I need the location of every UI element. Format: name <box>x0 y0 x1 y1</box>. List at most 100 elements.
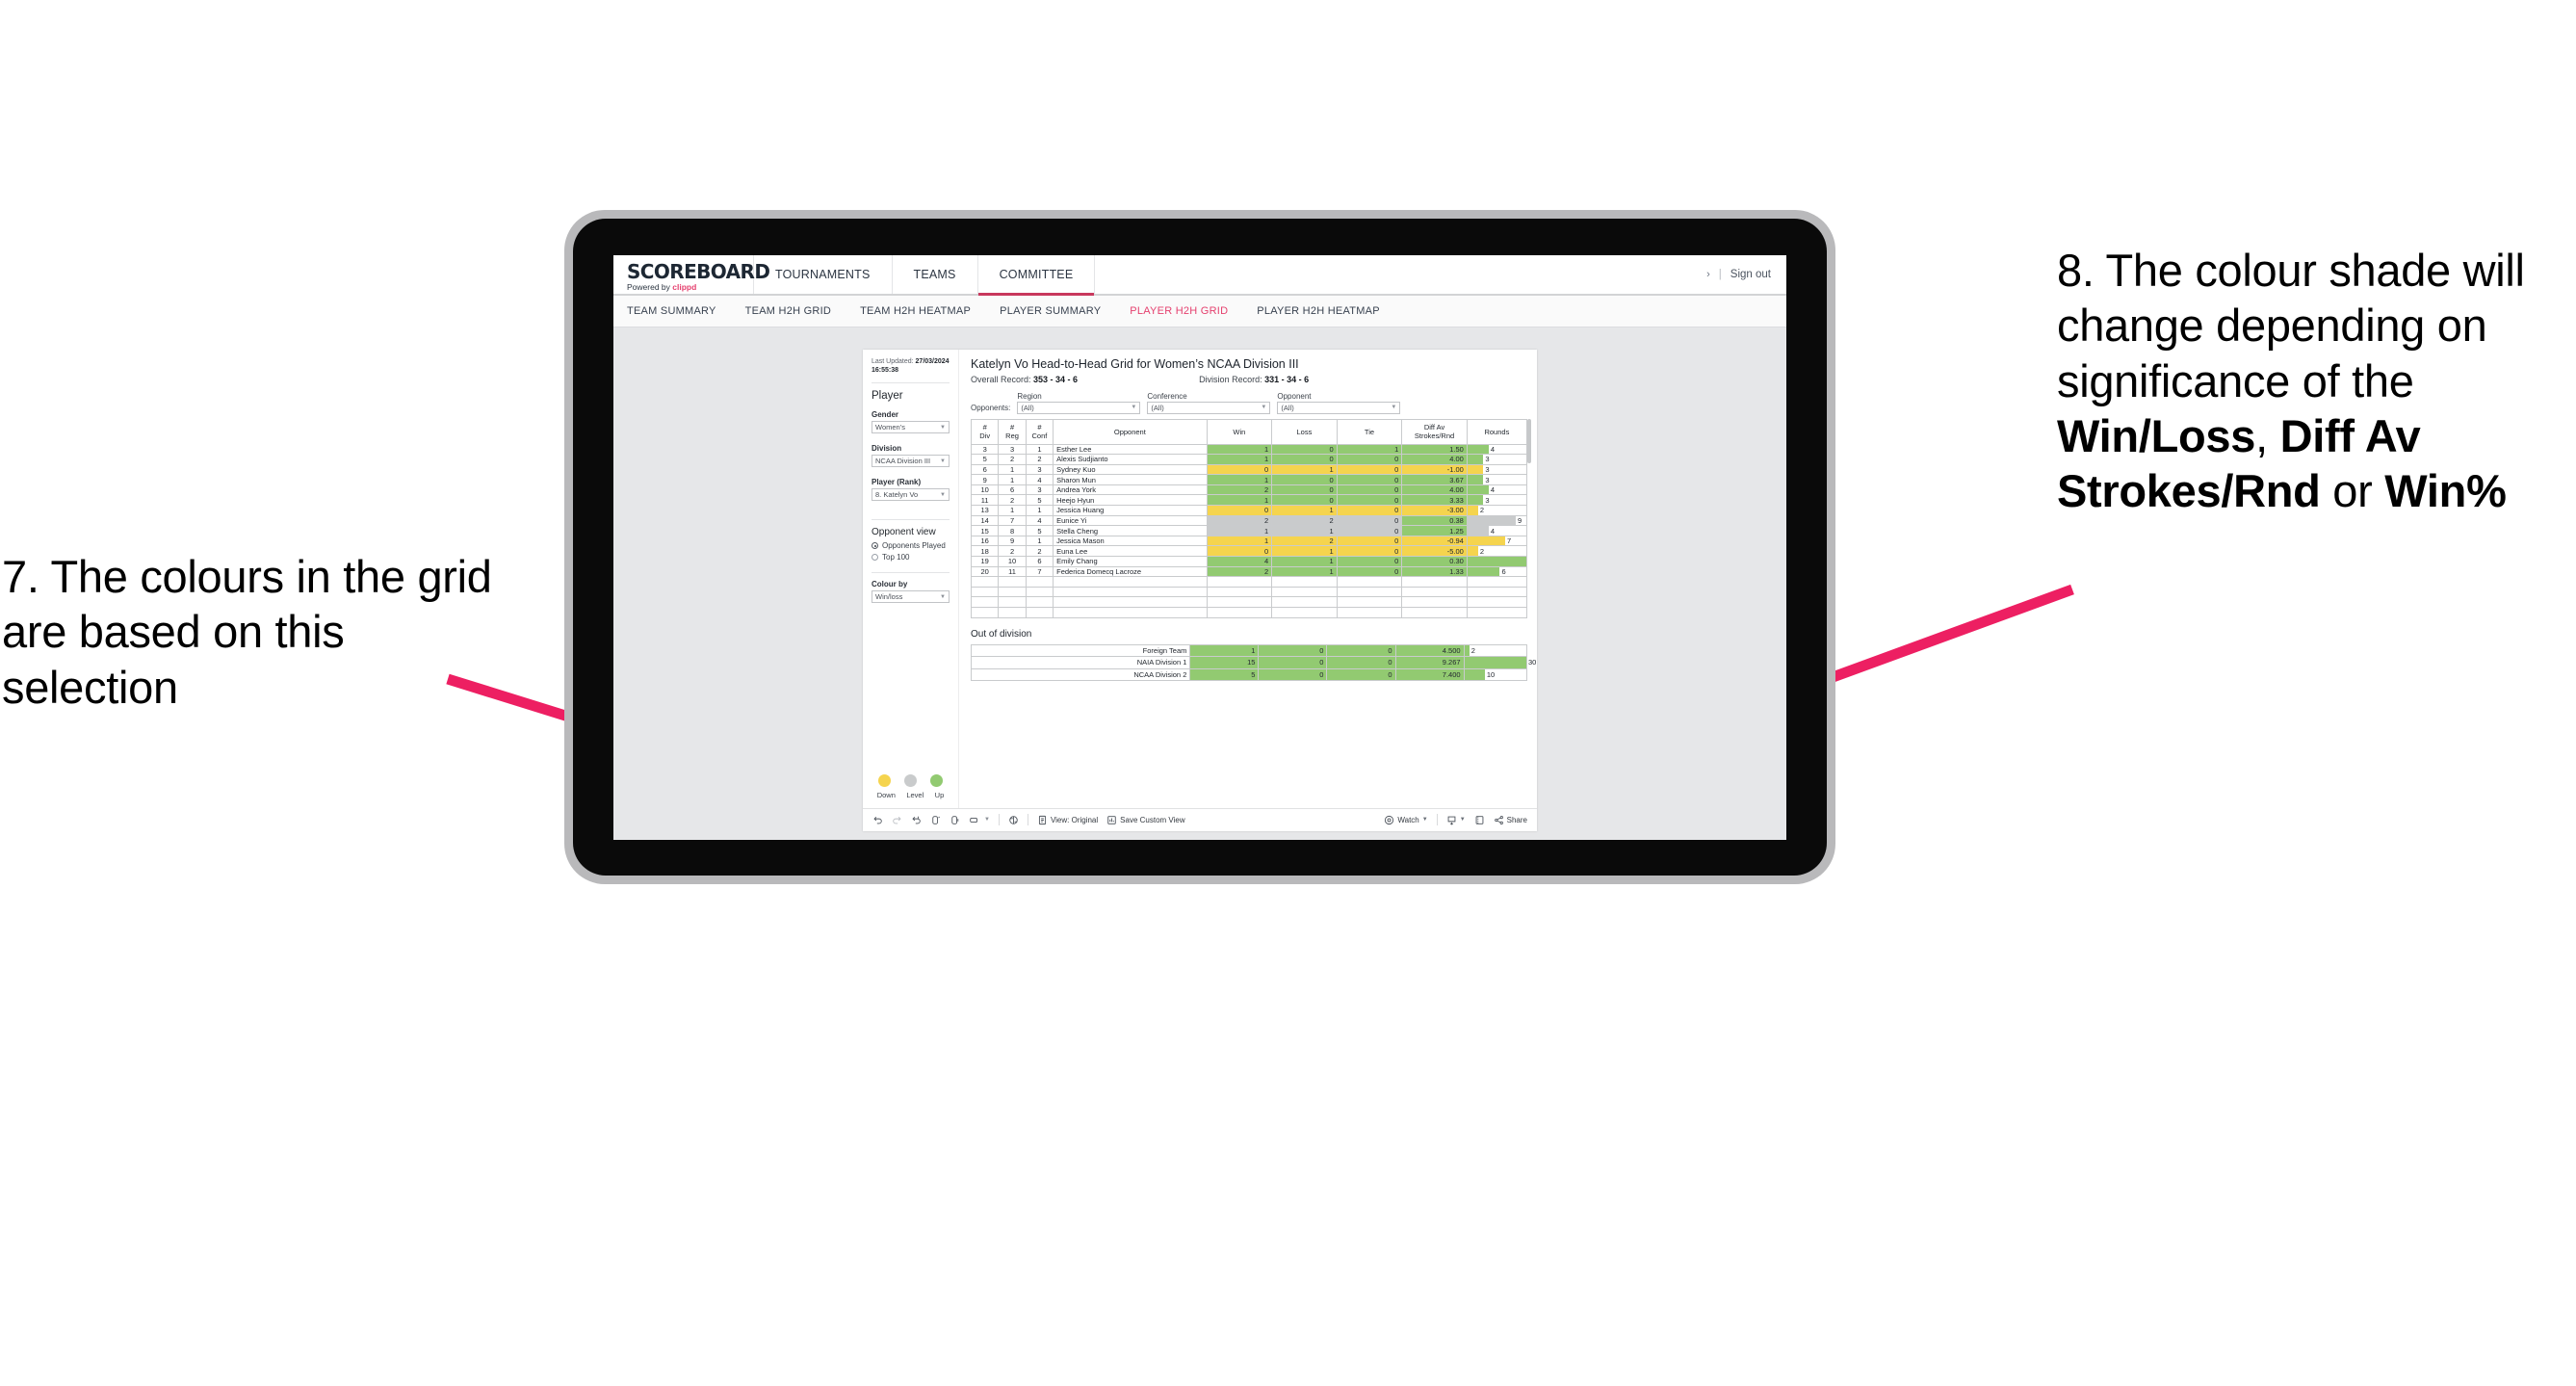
cell-loss: 0 <box>1258 656 1328 669</box>
cell-div: 14 <box>970 514 1000 527</box>
fit-width-button[interactable]: ▼ <box>969 815 990 825</box>
out-of-division-row[interactable]: Foreign Team 1 0 0 4.500 2 <box>970 643 1528 658</box>
cell-conf: 5 <box>1025 525 1054 536</box>
cell-opponent: Alexis Sudjianto <box>1053 454 1208 465</box>
rounds-value: 3 <box>1485 495 1490 505</box>
top-bar-right: › | Sign out <box>1706 255 1786 294</box>
table-row[interactable]: 20 11 7 Federica Domecq Lacroze 2 1 0 1.33 6 <box>970 565 1528 578</box>
table-row[interactable]: 6 1 3 Sydney Kuo 0 1 0 -1.00 3 <box>970 463 1528 476</box>
rounds-bar <box>1468 536 1505 545</box>
main-nav-tournaments[interactable]: TOURNAMENTS <box>754 254 893 294</box>
cell-conf: 4 <box>1025 474 1054 485</box>
rounds-bar <box>1468 546 1478 556</box>
rounds-value: 4 <box>1490 444 1495 454</box>
out-of-division-row[interactable]: NCAA Division 2 5 0 0 7.400 10 <box>970 667 1528 682</box>
cell-diff: 1.33 <box>1401 565 1468 578</box>
filter-conference: Conference (All) ▼ <box>1147 392 1271 414</box>
table-row[interactable]: 13 1 1 Jessica Huang 0 1 0 -3.00 2 <box>970 505 1528 516</box>
legend-dots <box>872 773 950 787</box>
gender-select[interactable]: Women’s ▼ <box>872 421 950 434</box>
cell-tie: 0 <box>1336 454 1403 465</box>
cell-diff: 9.267 <box>1394 656 1465 669</box>
rounds-bar <box>1468 516 1516 525</box>
undo-button[interactable] <box>872 815 883 825</box>
table-row[interactable]: 15 8 5 Stella Cheng 1 1 0 1.25 4 <box>970 525 1528 536</box>
table-row[interactable]: 3 3 1 Esther Lee 1 0 1 1.50 4 <box>970 443 1528 456</box>
radio-selected-icon <box>872 542 878 550</box>
chevron-down-icon: ▼ <box>940 458 946 464</box>
table-row[interactable]: 10 6 3 Andrea York 2 0 0 4.00 4 <box>970 484 1528 496</box>
cell-div: 20 <box>970 565 1000 578</box>
cell-loss: 2 <box>1271 535 1338 547</box>
sign-out-link[interactable]: Sign out <box>1730 269 1771 280</box>
cell-tie: 0 <box>1326 643 1396 658</box>
cell-opponent: Federica Domecq Lacroze <box>1053 565 1208 578</box>
cell-loss: 1 <box>1271 463 1338 476</box>
player-rank-select[interactable]: 8. Katelyn Vo ▼ <box>872 488 950 502</box>
chevron-right-icon[interactable]: › <box>1706 269 1710 280</box>
rounds-bar <box>1468 567 1500 576</box>
out-of-division-title: Out of division <box>971 628 1032 640</box>
conference-select[interactable]: (All) ▼ <box>1147 401 1271 414</box>
cell-rounds: 6 <box>1466 565 1528 578</box>
filter-region: Region (All) ▼ <box>1017 392 1141 414</box>
main-nav-teams[interactable]: TEAMS <box>893 254 978 294</box>
filter-division: Division NCAA Division III ▼ <box>872 444 950 468</box>
redo-button[interactable] <box>892 815 902 825</box>
table-row-empty <box>970 607 1528 618</box>
cell-rounds: 9 <box>1466 514 1528 527</box>
cell-div: 13 <box>970 505 1000 516</box>
main-nav-committee[interactable]: COMMITTEE <box>977 254 1096 296</box>
cell-conf: 2 <box>1025 454 1054 465</box>
sub-nav-team-summary[interactable]: TEAM SUMMARY <box>627 305 716 317</box>
cell-opponent: Jessica Mason <box>1053 535 1208 547</box>
fullscreen-button[interactable] <box>1474 815 1485 825</box>
rounds-bar <box>1468 557 1526 566</box>
cell-tie: 0 <box>1326 667 1396 682</box>
view-original-button[interactable]: View: Original <box>1037 815 1098 825</box>
opponent-select[interactable]: (All) ▼ <box>1277 401 1401 414</box>
table-row[interactable]: 19106Emily Chang4100.3011 <box>970 556 1528 567</box>
brand-logo[interactable]: SCOREBOARD Powered by clippd <box>613 254 770 294</box>
cell-loss: 0 <box>1258 643 1328 658</box>
save-custom-view-button[interactable]: Save Custom View <box>1106 815 1185 825</box>
pause-updates-button[interactable] <box>950 815 960 825</box>
table-row[interactable]: 18 2 2 Euna Lee 0 1 0 -5.00 2 <box>970 545 1528 558</box>
table-row[interactable]: 14 7 4 Eunice Yi 2 2 0 0.38 9 <box>970 514 1528 527</box>
radio-top-100[interactable]: Top 100 <box>872 553 950 562</box>
filters-sidebar: Last Updated: 27/03/2024 16:55:38 Player… <box>863 349 959 808</box>
share-button[interactable]: Share <box>1494 815 1527 825</box>
highlight-button[interactable] <box>1008 815 1019 825</box>
cell-diff: 0.30 <box>1401 556 1468 567</box>
table-row[interactable]: 9 1 4 Sharon Mun 1 0 0 3.67 3 <box>970 474 1528 485</box>
colour-by-select[interactable]: Win/loss ▼ <box>872 590 950 604</box>
cell-div: 19 <box>970 556 1000 567</box>
table-row[interactable]: 16 9 1 Jessica Mason 1 2 0 -0.94 7 <box>970 535 1528 547</box>
region-select[interactable]: (All) ▼ <box>1017 401 1141 414</box>
cell-loss: 0 <box>1271 474 1338 485</box>
download-button[interactable]: ▼ <box>1446 815 1466 825</box>
rounds-value: 3 <box>1485 455 1490 464</box>
revert-button[interactable] <box>911 815 922 825</box>
cell-rounds: 2 <box>1466 505 1528 516</box>
cell-diff: -0.94 <box>1401 535 1468 547</box>
table-row[interactable]: 5 2 2 Alexis Sudjianto 1 0 0 4.00 3 <box>970 454 1528 465</box>
table-scrollbar[interactable] <box>1527 418 1531 463</box>
out-of-division-row[interactable]: NAIA Division 1 15 0 0 9.267 30 <box>970 656 1536 669</box>
sub-nav-player-summary[interactable]: PLAYER SUMMARY <box>1000 305 1101 317</box>
cell-win: 1 <box>1206 494 1273 507</box>
refresh-data-button[interactable] <box>930 815 941 825</box>
sub-nav-player-h2h-grid[interactable]: PLAYER H2H GRID <box>1130 305 1228 317</box>
rounds-bar <box>1468 485 1489 495</box>
table-row[interactable]: 11 2 5 Heejo Hyun 1 0 0 3.33 3 <box>970 494 1528 507</box>
sub-nav-player-h2h-heatmap[interactable]: PLAYER H2H HEATMAP <box>1257 305 1380 317</box>
cell-div: 3 <box>970 443 1000 456</box>
cell-opponent: Esther Lee <box>1053 443 1208 456</box>
sub-nav-team-h2h-grid[interactable]: TEAM H2H GRID <box>745 305 831 317</box>
cell-tie: 0 <box>1336 514 1403 527</box>
division-select[interactable]: NCAA Division III ▼ <box>872 455 950 468</box>
sub-nav-team-h2h-heatmap[interactable]: TEAM H2H HEATMAP <box>860 305 971 317</box>
rounds-value: 30 <box>1528 658 1537 667</box>
radio-opponents-played[interactable]: Opponents Played <box>872 541 950 550</box>
watch-button[interactable]: Watch ▼ <box>1384 815 1428 825</box>
